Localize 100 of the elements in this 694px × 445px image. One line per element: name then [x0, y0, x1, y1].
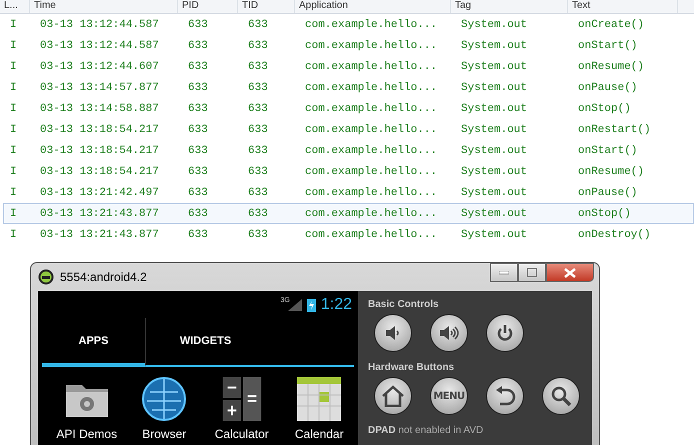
log-row[interactable]: I 03-13 13:21:42.497 633 633 com.example.hello... System.out onPause() [3, 182, 694, 203]
window-title: 5554:android4.2 [60, 270, 147, 284]
minimize-button[interactable] [490, 263, 518, 282]
maximize-button[interactable] [518, 263, 546, 282]
back-arrow-icon [494, 385, 516, 407]
table-cell-text: 03-13 13:12:44.587 [39, 18, 160, 30]
close-icon [564, 268, 576, 278]
column-header[interactable]: Time [30, 0, 178, 13]
table-cell-text: I [9, 186, 18, 198]
table-cell-text: onResume() [577, 166, 646, 178]
search-button[interactable] [542, 377, 580, 415]
table-cell-text: com.example.hello... [304, 18, 438, 30]
table-cell-text: 03-13 13:18:54.217 [39, 124, 160, 136]
table-cell-text: onStart() [577, 144, 638, 156]
log-row[interactable]: I 03-13 13:12:44.587 633 633 com.example.hello... System.out onStart() [3, 35, 694, 56]
signal-icon [288, 298, 302, 310]
table-cell-text: onResume() [577, 60, 646, 72]
table-cell-text: com.example.hello... [304, 186, 438, 198]
android-icon [38, 268, 54, 284]
log-row[interactable]: I 03-13 13:14:58.887 633 633 com.example.hello... System.out onStop() [3, 98, 694, 119]
table-cell-text: 633 [187, 60, 209, 72]
table-cell-text: I [9, 208, 18, 220]
log-row[interactable]: I 03-13 13:18:54.217 633 633 com.example.hello... System.out onRestart() [3, 119, 694, 140]
table-cell-text: onPause() [577, 186, 638, 198]
tab[interactable]: APPS [42, 318, 145, 367]
log-row[interactable]: I 03-13 13:18:54.217 633 633 com.example.hello... System.out onResume() [3, 161, 694, 182]
section-title: Basic Controls [368, 299, 440, 310]
log-row[interactable]: I 03-13 13:21:43.877 633 633 com.example.hello... System.out onStop() [3, 203, 694, 224]
table-cell-text: 633 [247, 186, 269, 198]
table-cell-text: onStart() [577, 40, 638, 52]
volume-up-button[interactable] [430, 314, 468, 352]
table-cell-text: onPause() [577, 82, 638, 94]
section-title: Hardware Buttons [368, 362, 456, 373]
table-cell-text: System.out [460, 60, 528, 72]
table-cell-text: 633 [187, 208, 209, 220]
app-label[interactable]: Calendar [294, 427, 344, 441]
home-button[interactable] [374, 377, 412, 415]
close-button[interactable] [546, 263, 594, 282]
tab[interactable]: WIDGETS [145, 318, 265, 367]
table-cell-text: System.out [460, 144, 528, 156]
table-cell-text: 633 [187, 186, 209, 198]
globe-icon[interactable] [142, 377, 186, 421]
status-time: 1:22 [320, 296, 352, 314]
column-header[interactable]: TID [238, 0, 295, 13]
calculator-icon[interactable] [222, 377, 262, 421]
log-row[interactable]: I 03-13 13:12:44.607 633 633 com.example.hello... System.out onResume() [3, 56, 694, 77]
column-header[interactable]: Tag [451, 0, 568, 13]
table-cell-text: com.example.hello... [304, 124, 438, 136]
app-label[interactable]: Calculator [214, 427, 269, 441]
table-cell-text: onDestroy() [577, 228, 652, 240]
table-cell-text: 633 [247, 124, 269, 136]
back-button[interactable] [486, 377, 524, 415]
table-cell-text: 633 [247, 166, 269, 178]
table-cell-text: 03-13 13:12:44.607 [39, 60, 160, 72]
table-cell-text: I [9, 124, 18, 136]
table-cell-text: 633 [187, 18, 209, 30]
table-cell-text: 633 [187, 228, 209, 240]
table-cell-text: com.example.hello... [304, 144, 438, 156]
column-header[interactable]: PID [178, 0, 238, 13]
volume-down-button[interactable] [374, 314, 412, 352]
power-button[interactable] [486, 314, 524, 352]
table-cell-text: System.out [460, 102, 528, 114]
column-header[interactable]: Application [295, 0, 451, 13]
table-cell-text: com.example.hello... [304, 82, 438, 94]
maximize-icon [527, 268, 537, 277]
log-row[interactable]: I 03-13 13:14:57.877 633 633 com.example.hello... System.out onPause() [3, 77, 694, 98]
minimize-icon [499, 270, 509, 274]
app-label[interactable]: API Demos [56, 427, 118, 441]
battery-icon [306, 298, 316, 312]
log-row[interactable]: I 03-13 13:12:44.587 633 633 com.example.hello... System.out onCreate() [3, 14, 694, 35]
table-cell-text: com.example.hello... [304, 60, 438, 72]
table-cell-text: 03-13 13:21:43.877 [39, 208, 160, 220]
power-icon [496, 324, 514, 342]
column-header[interactable]: Text [568, 0, 678, 13]
table-cell-text: System.out [460, 166, 528, 178]
table-cell-text: System.out [460, 208, 528, 220]
table-cell-text: 633 [247, 40, 269, 52]
app-label[interactable]: Browser [142, 427, 186, 441]
table-cell-text: 633 [187, 82, 209, 94]
table-cell-text: 03-13 13:14:58.887 [39, 102, 160, 114]
log-row[interactable]: I 03-13 13:21:43.877 633 633 com.example.hello... System.out onDestroy() [3, 224, 694, 245]
table-cell-text: System.out [460, 40, 528, 52]
table-cell-text: onStop() [577, 208, 632, 220]
table-cell-text: onRestart() [577, 124, 652, 136]
table-cell-text: I [9, 144, 18, 156]
menu-button[interactable]: MENU [430, 377, 468, 415]
log-row[interactable]: I 03-13 13:18:54.217 633 633 com.example.hello... System.out onStart() [3, 140, 694, 161]
table-cell-text: com.example.hello... [304, 166, 438, 178]
search-icon [550, 385, 572, 407]
table-cell-text: I [9, 40, 18, 52]
table-cell-text: System.out [460, 186, 528, 198]
table-cell-text: com.example.hello... [304, 102, 438, 114]
table-cell-text: System.out [460, 82, 528, 94]
table-cell-text: 633 [247, 82, 269, 94]
table-cell-text: System.out [460, 228, 528, 240]
table-cell-text: 633 [247, 102, 269, 114]
column-header[interactable]: L... [0, 0, 30, 13]
table-cell-text: onCreate() [577, 18, 646, 30]
table-cell-text: 633 [247, 208, 269, 220]
table-cell-text: 03-13 13:21:42.497 [39, 186, 160, 198]
